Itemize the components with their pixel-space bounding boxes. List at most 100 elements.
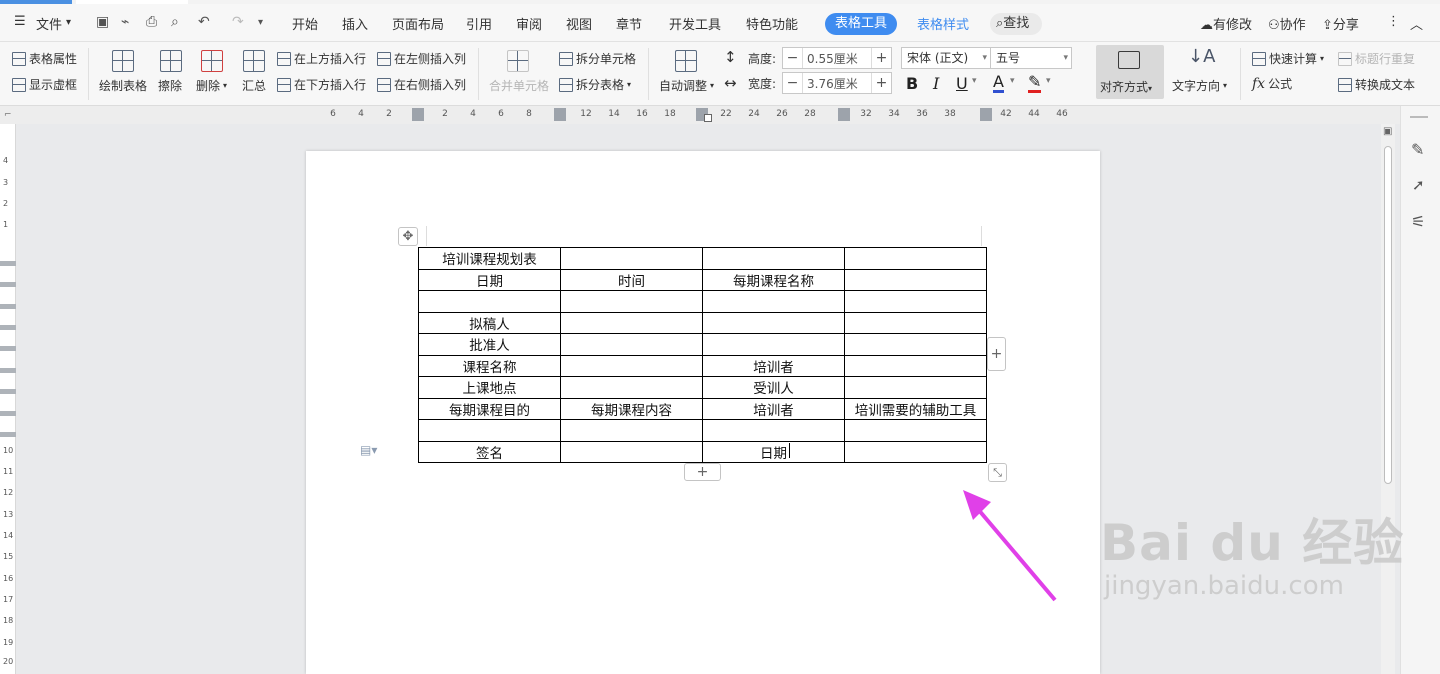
table-cell[interactable] [844,333,987,356]
table-cell[interactable] [560,419,703,442]
width-increment[interactable]: + [871,73,891,93]
table-cell[interactable]: 日期 [702,440,845,463]
table-cell[interactable]: 每期课程内容 [560,397,703,420]
summary-button[interactable]: 汇总 [242,77,266,94]
table-cell[interactable]: 每期课程目的 [418,397,561,420]
table-cell[interactable]: 日期 [418,268,561,291]
table-cell[interactable] [702,333,845,356]
add-column-button[interactable]: + [987,337,1006,371]
tab-stop-icon[interactable]: ⌐ [4,110,12,120]
print-icon[interactable]: ⎙ [146,14,157,30]
table-cell[interactable] [844,247,987,270]
auto-fit-button[interactable]: 自动调整 ▾ [659,77,714,94]
table-cell[interactable] [844,376,987,399]
save-icon[interactable]: ▣ [96,14,109,30]
quick-calc-button[interactable]: 快速计算 ▾ [1252,50,1324,67]
table-cell[interactable] [560,311,703,334]
table-cell[interactable]: 受训人 [702,376,845,399]
table-cell[interactable] [560,290,703,313]
height-stepper[interactable]: −0.55厘米 + [782,47,892,69]
table-cell[interactable]: 培训需要的辅助工具 [844,397,987,420]
height-increment[interactable]: + [871,48,891,68]
table-cell[interactable] [560,376,703,399]
font-color-button[interactable]: A [993,74,1004,93]
table-cell[interactable]: 时间 [560,268,703,291]
highlight-icon[interactable]: ✎ [1028,74,1042,93]
table-cell[interactable]: 培训课程规划表 [418,247,561,270]
select-cursor-icon[interactable]: ➚ [1412,176,1425,194]
table-cell[interactable] [560,354,703,377]
tab-developer[interactable]: 开发工具 [669,14,721,33]
italic-button[interactable]: I [933,74,939,93]
tab-insert[interactable]: 插入 [342,14,368,33]
settings-sliders-icon[interactable]: ⚟ [1411,212,1425,231]
tab-start[interactable]: 开始 [292,14,318,33]
table-cell[interactable] [702,311,845,334]
insert-column-left-button[interactable]: 在左侧插入列 [377,50,466,67]
training-plan-table[interactable]: 培训课程规划表 日期 时间 每期课程名称 拟稿人 批准人 课程名称 培训者 上课地点受… [418,247,987,463]
insert-column-right-button[interactable]: 在右侧插入列 [377,76,466,93]
text-direction-button[interactable]: 文字方向 ▾ [1172,77,1227,94]
tab-special[interactable]: 特色功能 [746,14,798,33]
add-row-button[interactable]: + [684,463,721,481]
table-cell[interactable]: 拟稿人 [418,311,561,334]
tab-review[interactable]: 审阅 [516,14,542,33]
tab-page-layout[interactable]: 页面布局 [392,14,444,33]
table-cell[interactable]: 批准人 [418,333,561,356]
split-cells-button[interactable]: 拆分单元格 [559,50,636,67]
format-painter-icon[interactable]: ⌁ [121,14,129,30]
tab-table-tools[interactable]: 表格工具 [825,13,897,35]
underline-dropdown-icon[interactable]: ▾ [972,76,977,86]
table-cell[interactable] [702,290,845,313]
table-cell[interactable] [560,333,703,356]
table-cell[interactable] [418,290,561,313]
width-stepper[interactable]: −3.76厘米 + [782,72,892,94]
tab-table-style[interactable]: 表格样式 [917,14,969,33]
chevron-down-icon[interactable]: ▾ [66,17,71,28]
table-cell[interactable] [844,440,987,463]
erase-button[interactable]: 擦除 [158,77,182,94]
more-icon[interactable]: ⋮ [1387,14,1400,29]
tab-view[interactable]: 视图 [566,14,592,33]
delete-button[interactable]: 删除 ▾ [196,77,227,94]
table-cell[interactable]: 签名 [418,440,561,463]
tab-references[interactable]: 引用 [466,14,492,33]
font-color-dropdown-icon[interactable]: ▾ [1010,76,1015,86]
table-properties-button[interactable]: 表格属性 [12,50,77,67]
scroll-top-icon[interactable]: ▣ [1383,126,1392,137]
search-button[interactable]: ⌕查找 [990,13,1042,35]
table-cell[interactable] [702,419,845,442]
table-cell[interactable] [560,247,703,270]
split-table-button[interactable]: 拆分表格 ▾ [559,76,631,93]
height-value[interactable]: 0.55厘米 [803,50,871,67]
indent-marker[interactable] [704,114,712,122]
table-cell[interactable] [418,419,561,442]
table-cell[interactable] [844,419,987,442]
collapse-ribbon-icon[interactable]: ︿ [1410,14,1423,33]
table-cell[interactable]: 培训者 [702,397,845,420]
undo-icon[interactable]: ↶ [198,14,210,30]
underline-button[interactable]: U [956,74,968,93]
font-size-select[interactable]: 五号 [990,47,1072,69]
font-name-select[interactable]: 宋体 (正文) [901,47,991,69]
insert-row-above-button[interactable]: 在上方插入行 [277,50,366,67]
share-button[interactable]: ⇪分享 [1322,14,1359,33]
paragraph-options-icon[interactable]: ▤▾ [360,443,377,457]
highlight-dropdown-icon[interactable]: ▾ [1046,76,1051,86]
width-decrement[interactable]: − [783,73,803,93]
draw-table-button[interactable]: 绘制表格 [99,77,147,94]
bold-button[interactable]: B [906,74,918,93]
table-move-handle-icon[interactable]: ✥ [398,227,418,246]
revisions-button[interactable]: ☁有修改 [1200,14,1252,33]
table-cell[interactable] [844,354,987,377]
scrollbar-thumb[interactable] [1384,146,1392,484]
tab-chapter[interactable]: 章节 [616,14,642,33]
convert-to-text-button[interactable]: 转换成文本 [1338,76,1415,93]
table-cell[interactable] [844,311,987,334]
insert-row-below-button[interactable]: 在下方插入行 [277,76,366,93]
table-cell[interactable] [560,440,703,463]
table-cell[interactable]: 培训者 [702,354,845,377]
table-cell[interactable]: 课程名称 [418,354,561,377]
vertical-ruler[interactable]: 4 3 2 1 10 11 12 13 14 15 16 17 18 19 20 [0,124,16,674]
show-gridlines-button[interactable]: 显示虚框 [12,76,77,93]
